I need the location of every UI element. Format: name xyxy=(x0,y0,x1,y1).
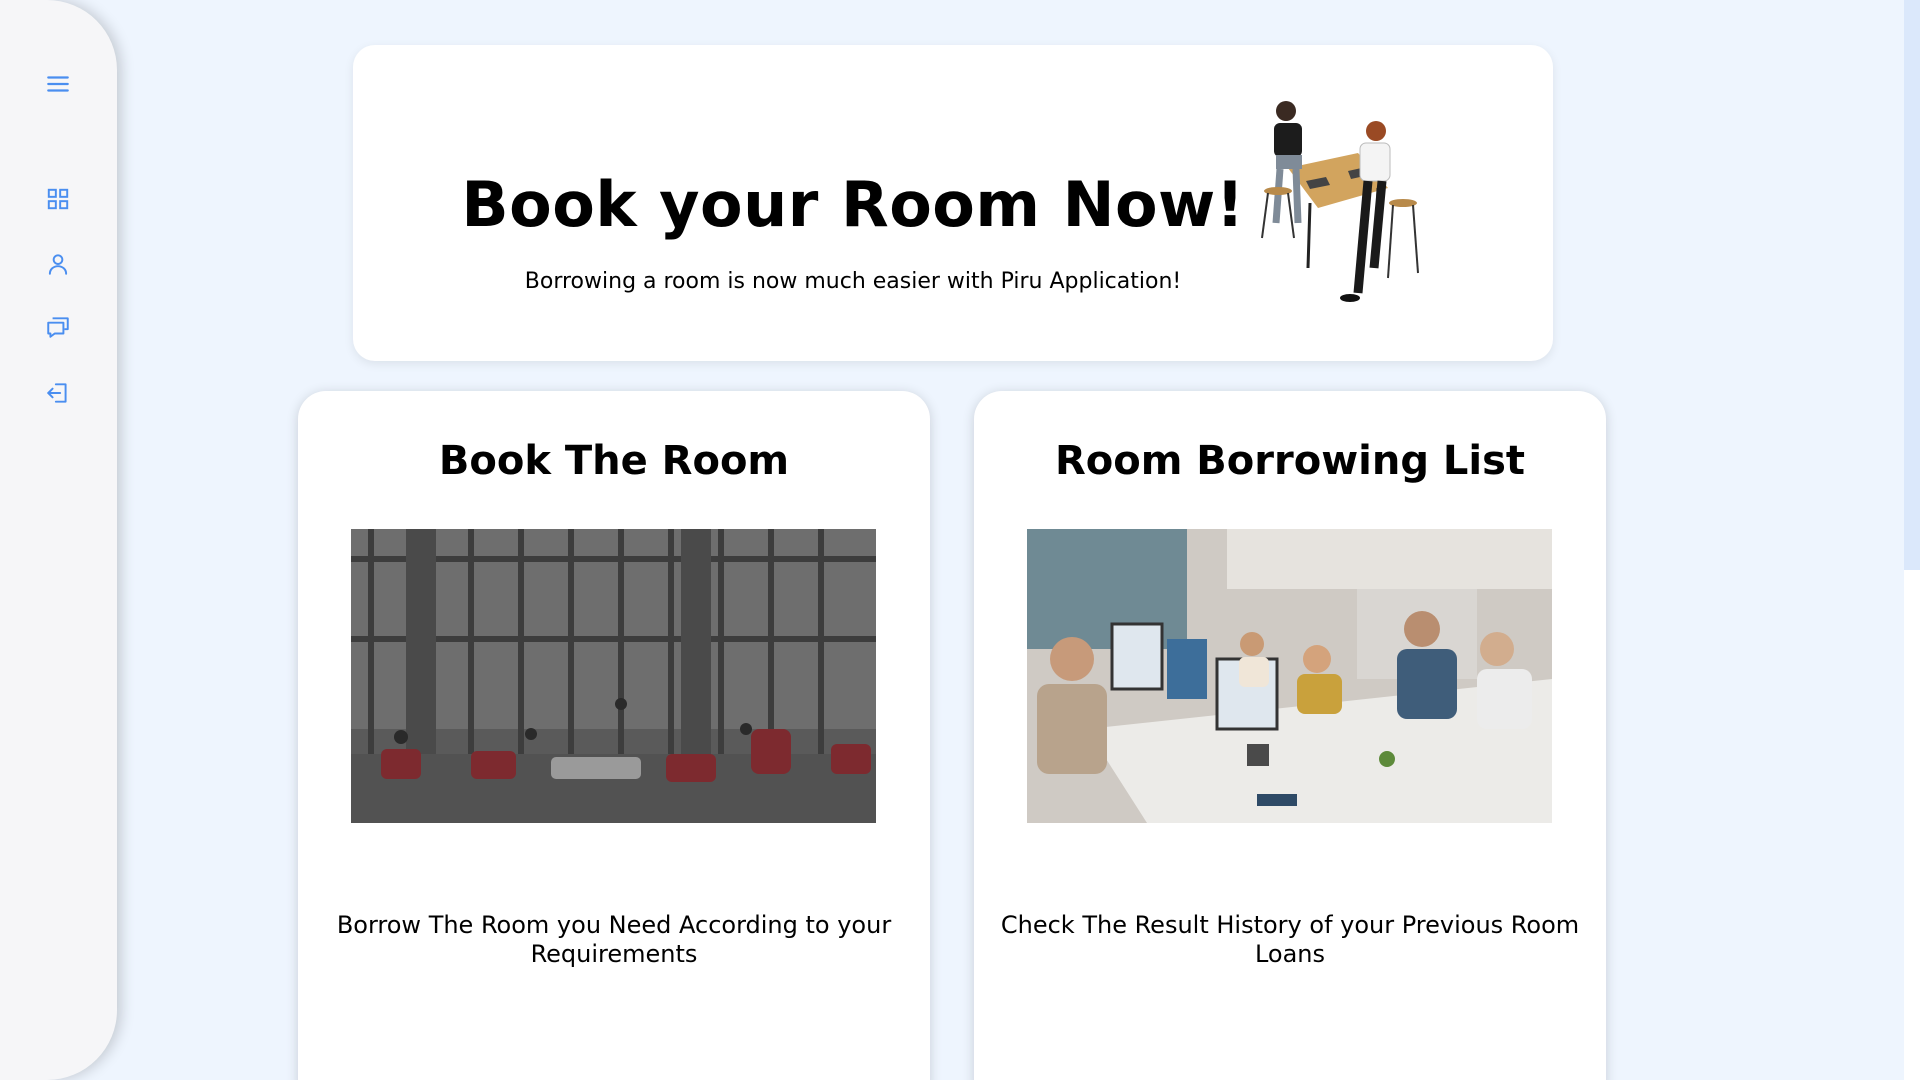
hero-title: Book your Room Now! xyxy=(461,168,1245,241)
borrowing-list-description: Check The Result History of your Previou… xyxy=(1000,911,1580,968)
book-room-card[interactable]: Book The Room Borrow The Room you Need A… xyxy=(298,391,930,1080)
dashboard-grid-icon[interactable] xyxy=(44,185,72,213)
app-root: Book your Room Now! Borrowing a room is … xyxy=(0,0,1920,1080)
hero-illustration xyxy=(1248,93,1438,309)
book-room-photo[interactable] xyxy=(351,529,876,823)
menu-icon[interactable] xyxy=(44,70,72,98)
book-room-title: Book The Room xyxy=(438,438,790,484)
hero-card: Book your Room Now! Borrowing a room is … xyxy=(353,45,1553,361)
hero-subtitle: Borrowing a room is now much easier with… xyxy=(524,269,1182,294)
borrowing-list-photo[interactable] xyxy=(1027,529,1552,823)
sidebar xyxy=(0,0,117,1080)
borrowing-list-title: Room Borrowing List xyxy=(1054,438,1526,484)
logout-icon[interactable] xyxy=(44,379,72,407)
borrowing-list-card[interactable]: Room Borrowing List Check The Result His… xyxy=(974,391,1606,1080)
page-scrollbar-thumb[interactable] xyxy=(1904,0,1920,570)
book-room-description: Borrow The Room you Need According to yo… xyxy=(336,911,892,968)
chat-icon[interactable] xyxy=(44,313,72,341)
page-scrollbar-track[interactable] xyxy=(1904,0,1920,1080)
user-icon[interactable] xyxy=(44,250,72,278)
